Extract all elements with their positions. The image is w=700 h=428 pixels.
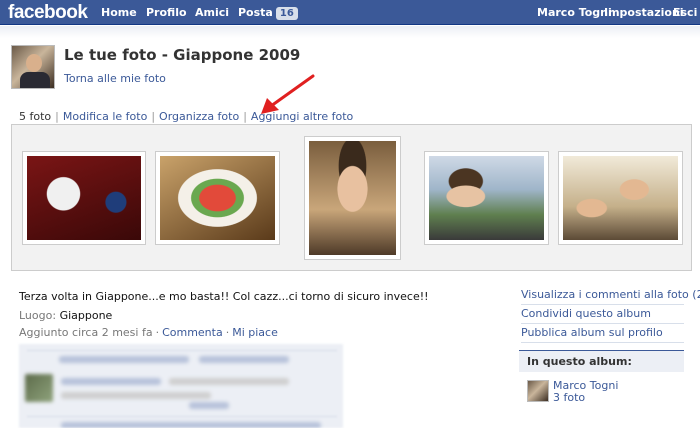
facebook-logo[interactable]: facebook [8, 2, 88, 24]
top-navigation-bar: facebook Home Profilo Amici Posta 16 Marc… [0, 0, 700, 25]
nav-settings[interactable]: Impostazioni [604, 6, 684, 19]
nav-logout[interactable]: Esci [673, 6, 697, 19]
comment-link[interactable]: Commenta [162, 326, 223, 339]
toolbar-separator: | [151, 110, 156, 123]
photo-food-bowl [27, 156, 141, 240]
location-label: Luogo: [19, 309, 57, 322]
profile-avatar[interactable] [11, 45, 55, 89]
photo-thumbnail[interactable] [304, 136, 401, 260]
page-title: Le tue foto - Giappone 2009 [64, 46, 301, 64]
photo-selfie-chopsticks [309, 141, 396, 255]
meta-separator: · [155, 326, 160, 339]
comment-divider [27, 350, 337, 351]
meta-separator: · [225, 326, 230, 339]
blurred-text [61, 392, 211, 399]
blurred-text [199, 356, 289, 363]
in-this-album-heading: In questo album: [519, 350, 684, 372]
blurred-text [61, 422, 321, 428]
toolbar-separator: | [243, 110, 247, 123]
share-album-link[interactable]: Condividi questo album [521, 305, 684, 324]
nav-friends[interactable]: Amici [195, 6, 229, 19]
photo-strip [11, 124, 692, 271]
comment-divider [27, 416, 337, 417]
location-value: Giappone [59, 309, 113, 322]
photo-thumbnail[interactable] [424, 151, 549, 245]
photo-street-selfie [429, 156, 544, 240]
nav-profile[interactable]: Profilo [146, 6, 187, 19]
publish-album-link[interactable]: Pubblica album sul profilo [521, 324, 684, 343]
photo-thumbnail[interactable] [22, 151, 146, 245]
nav-home[interactable]: Home [101, 6, 137, 19]
blurred-avatar [25, 374, 53, 402]
photo-thumbnail[interactable] [155, 151, 280, 245]
member-photo-count-link[interactable]: 3 foto [553, 391, 585, 404]
sidebar-actions: Visualizza i commenti alla foto (25) Con… [521, 286, 700, 343]
photo-camera-selfie [563, 156, 678, 240]
album-timestamp: Aggiunto circa 2 mesi fa [19, 326, 153, 339]
member-avatar[interactable] [527, 380, 549, 402]
view-photo-comments-link[interactable]: Visualizza i commenti alla foto (25) [521, 286, 700, 305]
nav-inbox[interactable]: Posta 16 [238, 6, 298, 20]
album-caption: Terza volta in Giappone...e mo basta!! C… [19, 290, 429, 303]
header-gradient [0, 26, 700, 38]
photo-food-plate [160, 156, 275, 240]
blurred-text [61, 378, 161, 385]
toolbar-separator: | [55, 110, 59, 123]
nav-inbox-label: Posta [238, 6, 273, 19]
edit-photos-link[interactable]: Modifica le foto [63, 110, 147, 123]
photo-thumbnail[interactable] [558, 151, 683, 245]
nav-user-name[interactable]: Marco Togni [537, 6, 612, 19]
blurred-text [189, 402, 229, 409]
blurred-text [59, 356, 189, 363]
photo-count: 5 foto [19, 110, 52, 123]
album-location: Luogo: Giappone [19, 309, 112, 322]
back-to-photos-link[interactable]: Torna alle mie foto [64, 72, 166, 85]
organize-photos-link[interactable]: Organizza foto [159, 110, 239, 123]
blurred-text [169, 378, 289, 385]
album-meta: Aggiunto circa 2 mesi fa · Commenta · Mi pia… [19, 326, 278, 339]
like-link[interactable]: Mi piace [232, 326, 278, 339]
comments-blurred [19, 344, 343, 428]
in-this-album-box: In questo album: Marco Togni 3 foto [519, 350, 684, 428]
inbox-count-badge: 16 [275, 7, 298, 20]
annotation-arrow-icon [261, 74, 315, 114]
